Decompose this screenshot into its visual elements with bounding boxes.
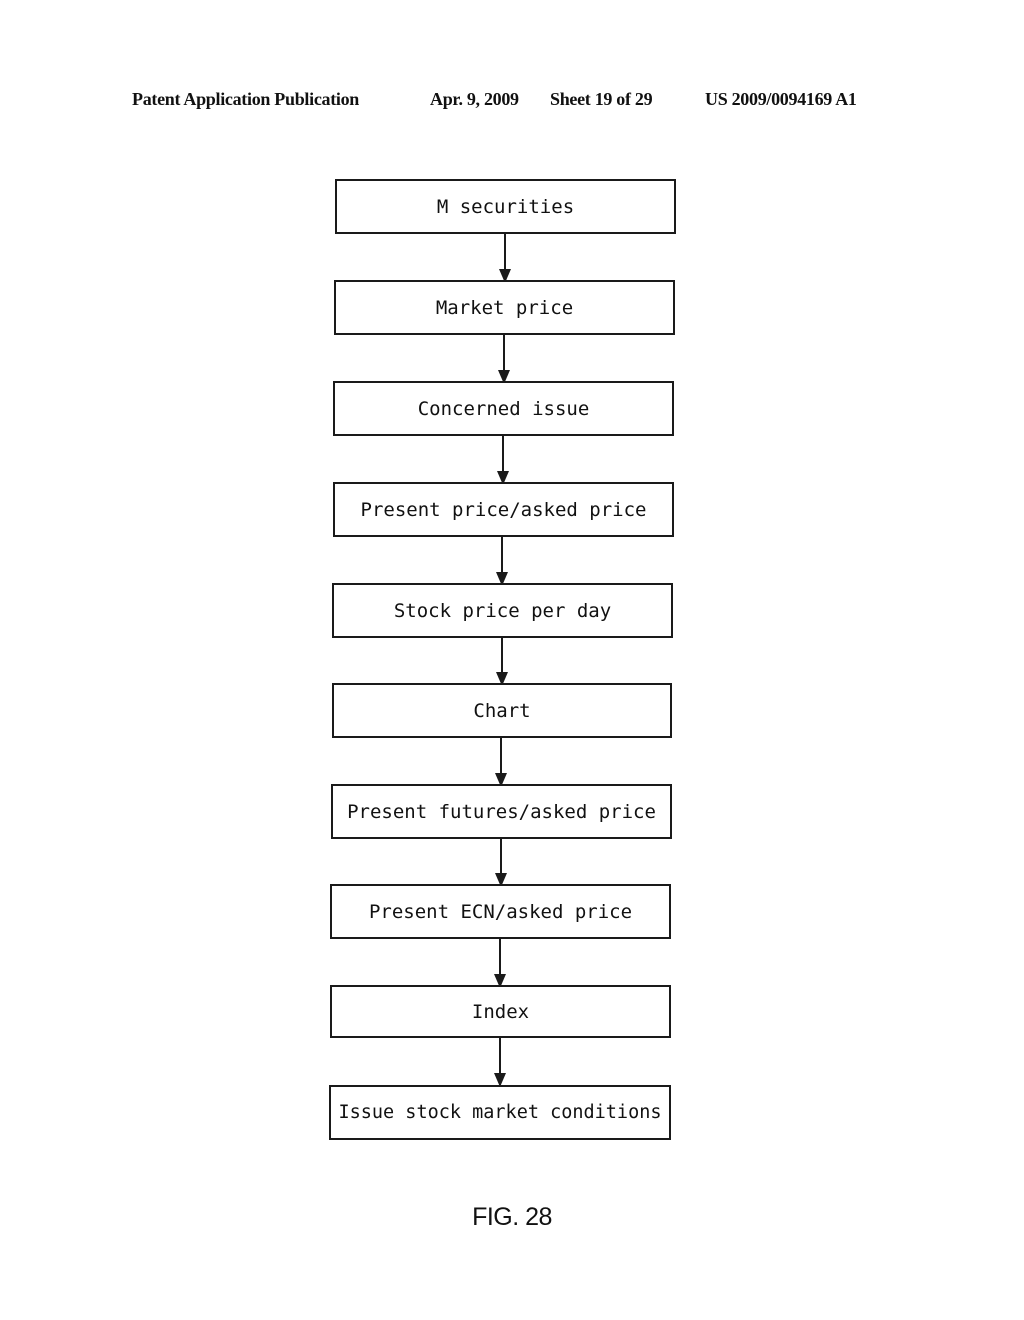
- arrow-connector: [497, 436, 509, 485]
- arrow-connector: [496, 638, 508, 686]
- step-market-price: Market price: [334, 280, 675, 335]
- step-label: Concerned issue: [417, 397, 590, 420]
- arrow-connector: [495, 839, 507, 887]
- step-present-ecn: Present ECN/asked price: [330, 884, 671, 939]
- step-concerned-issue: Concerned issue: [333, 381, 674, 436]
- step-m-securities: M securities: [335, 179, 676, 234]
- step-label: Market price: [435, 296, 574, 319]
- step-label: Chart: [473, 699, 531, 722]
- arrow-connector: [496, 537, 508, 586]
- flowchart: M securities Market price Concerned issu…: [0, 0, 1024, 1320]
- step-label: Present price/asked price: [360, 498, 647, 521]
- step-label: Index: [471, 1000, 530, 1023]
- step-label: M securities: [436, 195, 575, 218]
- figure-label: FIG. 28: [472, 1203, 552, 1231]
- step-index: Index: [330, 985, 671, 1038]
- step-present-price: Present price/asked price: [333, 482, 674, 537]
- step-chart: Chart: [332, 683, 672, 738]
- arrow-connector: [498, 335, 510, 384]
- step-issue-stock-market-conditions: Issue stock market conditions: [329, 1085, 671, 1140]
- step-label: Present ECN/asked price: [368, 900, 633, 923]
- step-label: Issue stock market conditions: [338, 1102, 662, 1123]
- step-label: Stock price per day: [393, 599, 612, 622]
- arrow-connector: [494, 939, 506, 988]
- step-stock-price-per-day: Stock price per day: [332, 583, 673, 638]
- step-label: Present futures/asked price: [347, 800, 656, 823]
- arrow-connector: [494, 1038, 506, 1087]
- step-present-futures: Present futures/asked price: [331, 784, 672, 839]
- arrow-connector: [499, 234, 511, 283]
- arrow-connector: [495, 738, 507, 787]
